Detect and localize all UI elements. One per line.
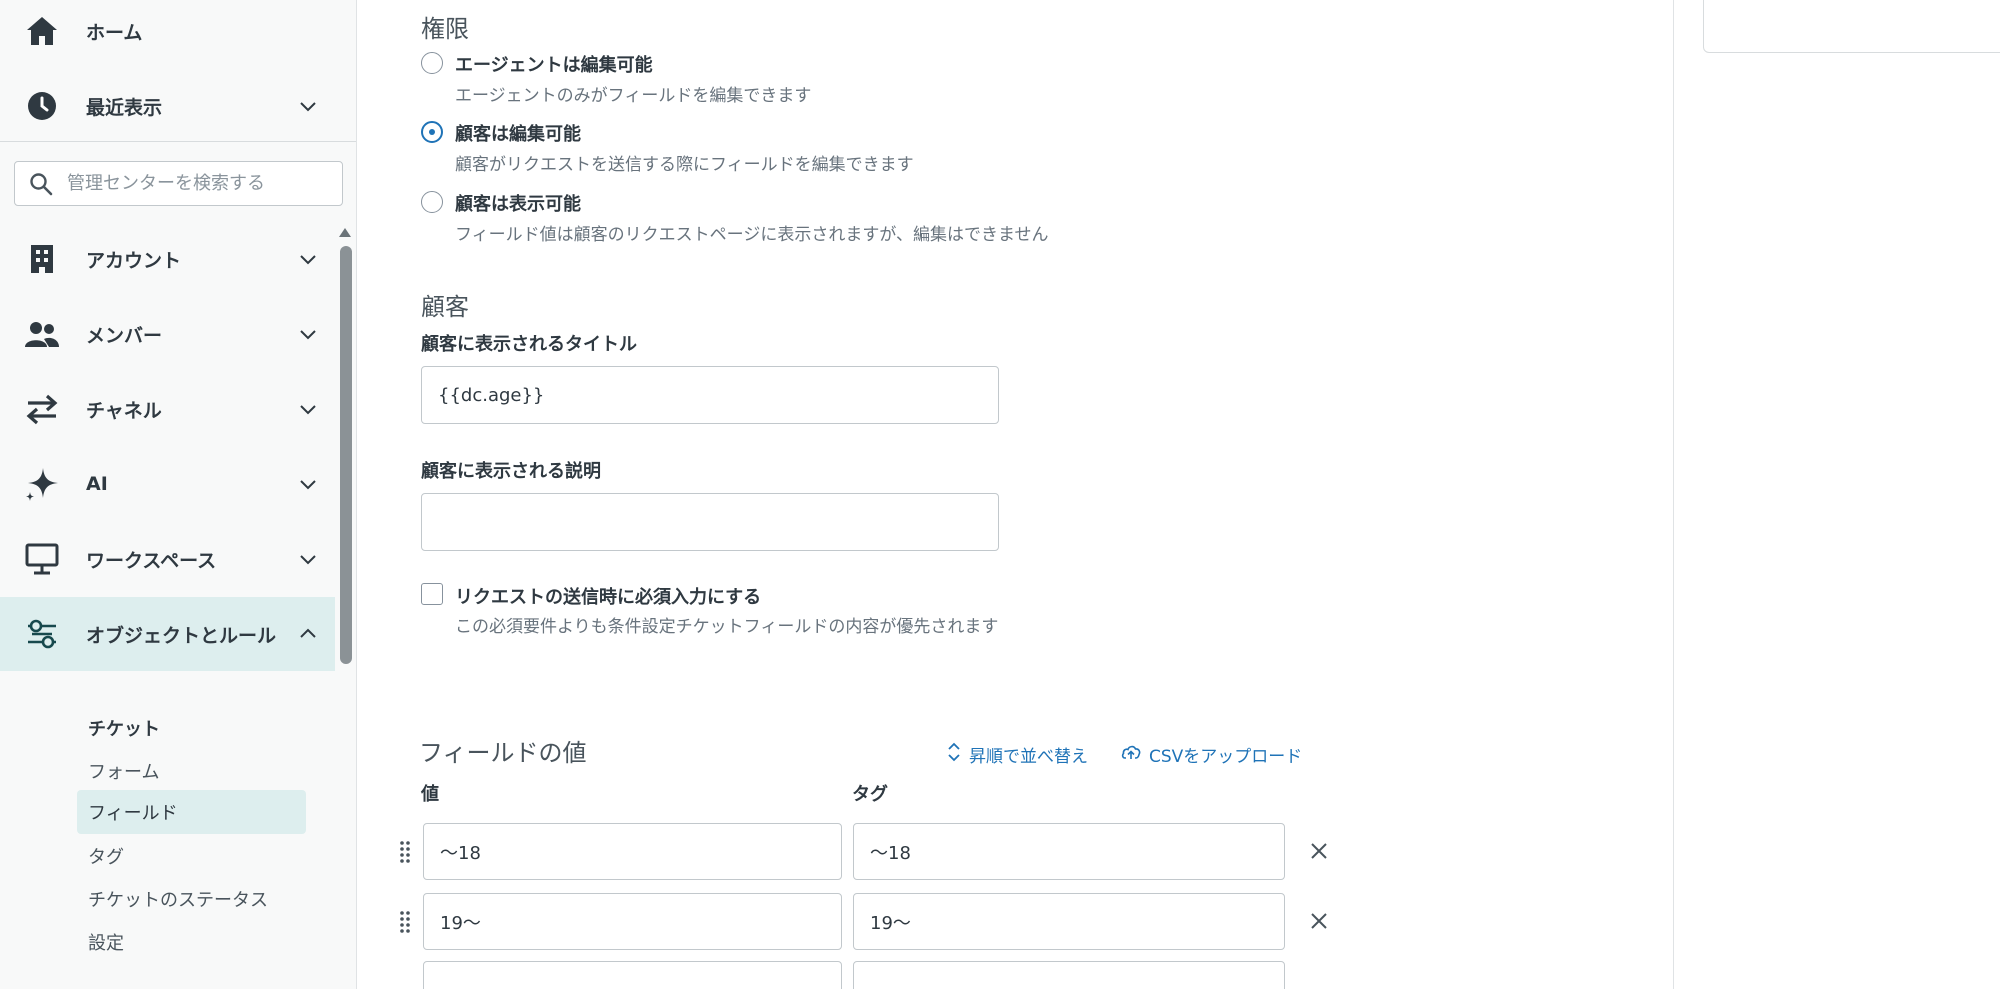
sidebar-item-objects-rules[interactable]: オブジェクトとルール bbox=[0, 597, 335, 671]
sidebar-item-label: メンバー bbox=[86, 324, 163, 347]
field-value-input[interactable] bbox=[423, 893, 842, 950]
option-label: 顧客は編集可能 bbox=[455, 124, 581, 145]
upload-csv-label: CSVをアップロード bbox=[1149, 747, 1303, 767]
sidebar-item-label: AI bbox=[86, 473, 108, 495]
panel-divider bbox=[1673, 0, 1674, 989]
sidebar-item-workspace[interactable]: ワークスペース bbox=[0, 522, 335, 596]
search-icon bbox=[29, 172, 53, 196]
sidebar-item-label: 最近表示 bbox=[86, 96, 163, 119]
submenu-item-fields[interactable]: フィールド bbox=[77, 790, 306, 834]
customer-description-label: 顧客に表示される説明 bbox=[421, 461, 601, 482]
drag-handle-icon[interactable] bbox=[398, 909, 412, 933]
submenu-item-forms[interactable]: フォーム bbox=[88, 758, 159, 784]
field-tag-input[interactable] bbox=[853, 893, 1285, 950]
chevron-down-icon bbox=[297, 323, 319, 345]
sidebar-item-label: オブジェクトとルール bbox=[86, 624, 277, 647]
sidebar-item-ai[interactable]: AI bbox=[0, 447, 335, 521]
people-icon bbox=[24, 316, 60, 352]
sidebar-search[interactable] bbox=[14, 161, 343, 206]
sidebar-item-label: ホーム bbox=[86, 21, 143, 44]
chevron-down-icon bbox=[297, 548, 319, 570]
option-label: 顧客は表示可能 bbox=[455, 194, 581, 215]
arrows-icon bbox=[24, 391, 60, 427]
option-hint: フィールド値は顧客のリクエストページに表示されますが、編集はできません bbox=[455, 225, 1049, 245]
customer-description-input[interactable] bbox=[421, 493, 999, 551]
sidebar-divider bbox=[0, 141, 356, 142]
scrollbar-thumb[interactable] bbox=[340, 246, 352, 664]
sidebar-item-recent[interactable]: 最近表示 bbox=[0, 69, 335, 143]
required-checkbox[interactable] bbox=[421, 583, 443, 605]
field-tag-input[interactable] bbox=[853, 961, 1285, 989]
field-value-input[interactable] bbox=[423, 961, 842, 989]
option-label: エージェントは編集可能 bbox=[455, 55, 653, 76]
upload-csv-button[interactable]: CSVをアップロード bbox=[1121, 742, 1302, 767]
cloud-upload-icon bbox=[1121, 744, 1141, 765]
objects-rules-icon bbox=[24, 616, 60, 652]
submenu-item-tags[interactable]: タグ bbox=[88, 843, 124, 869]
field-value-input[interactable] bbox=[423, 823, 842, 880]
field-values-title: フィールドの値 bbox=[419, 739, 587, 767]
permissions-title: 権限 bbox=[421, 15, 469, 43]
chevron-up-icon bbox=[297, 623, 319, 645]
required-label[interactable]: リクエストの送信時に必須入力にする bbox=[455, 583, 761, 609]
sidebar-item-account[interactable]: アカウント bbox=[0, 222, 335, 296]
option-hint: エージェントのみがフィールドを編集できます bbox=[455, 86, 812, 106]
sort-icon bbox=[947, 742, 961, 767]
submenu-item-ticket-statuses[interactable]: チケットのステータス bbox=[88, 886, 268, 912]
value-column-header: 値 bbox=[421, 784, 439, 805]
building-icon bbox=[24, 241, 60, 277]
side-panel-card bbox=[1703, 0, 2000, 53]
customer-title-input[interactable] bbox=[421, 366, 999, 424]
tag-column-header: タグ bbox=[852, 784, 888, 805]
chevron-down-icon bbox=[297, 473, 319, 495]
close-icon[interactable] bbox=[1306, 838, 1332, 864]
radio-button-checked[interactable] bbox=[421, 121, 443, 143]
monitor-icon bbox=[24, 541, 60, 577]
sidebar: ホーム 最近表示 アカウント bbox=[0, 0, 357, 989]
chevron-down-icon bbox=[297, 248, 319, 270]
customer-title: 顧客 bbox=[421, 293, 469, 321]
radio-button[interactable] bbox=[421, 191, 443, 213]
radio-button[interactable] bbox=[421, 52, 443, 74]
sidebar-item-label: チャネル bbox=[86, 399, 162, 422]
drag-handle-icon[interactable] bbox=[398, 839, 412, 863]
field-tag-input[interactable] bbox=[853, 823, 1285, 880]
sort-ascending-label: 昇順で並べ替え bbox=[969, 747, 1088, 767]
sidebar-item-members[interactable]: メンバー bbox=[0, 297, 335, 371]
submenu-item-settings[interactable]: 設定 bbox=[88, 929, 124, 955]
sidebar-item-label: アカウント bbox=[86, 249, 182, 272]
chevron-down-icon bbox=[297, 398, 319, 420]
option-hint: 顧客がリクエストを送信する際にフィールドを編集できます bbox=[455, 155, 914, 175]
sort-ascending-button[interactable]: 昇順で並べ替え bbox=[947, 742, 1088, 767]
chevron-down-icon bbox=[297, 95, 319, 117]
admin-center: ホーム 最近表示 アカウント bbox=[0, 0, 2000, 989]
close-icon[interactable] bbox=[1306, 908, 1332, 934]
submenu-header-tickets: チケット bbox=[88, 719, 160, 740]
clock-icon bbox=[24, 88, 60, 124]
customer-title-label: 顧客に表示されるタイトル bbox=[421, 334, 637, 355]
home-icon bbox=[24, 13, 60, 49]
scroll-up-arrow[interactable] bbox=[339, 228, 351, 237]
search-input[interactable] bbox=[67, 162, 337, 205]
sidebar-item-channels[interactable]: チャネル bbox=[0, 372, 335, 446]
sidebar-item-label: ワークスペース bbox=[86, 549, 217, 572]
required-hint: この必須要件よりも条件設定チケットフィールドの内容が優先されます bbox=[455, 617, 999, 637]
sparkle-icon bbox=[24, 466, 60, 502]
sidebar-item-home[interactable]: ホーム bbox=[0, 0, 335, 68]
